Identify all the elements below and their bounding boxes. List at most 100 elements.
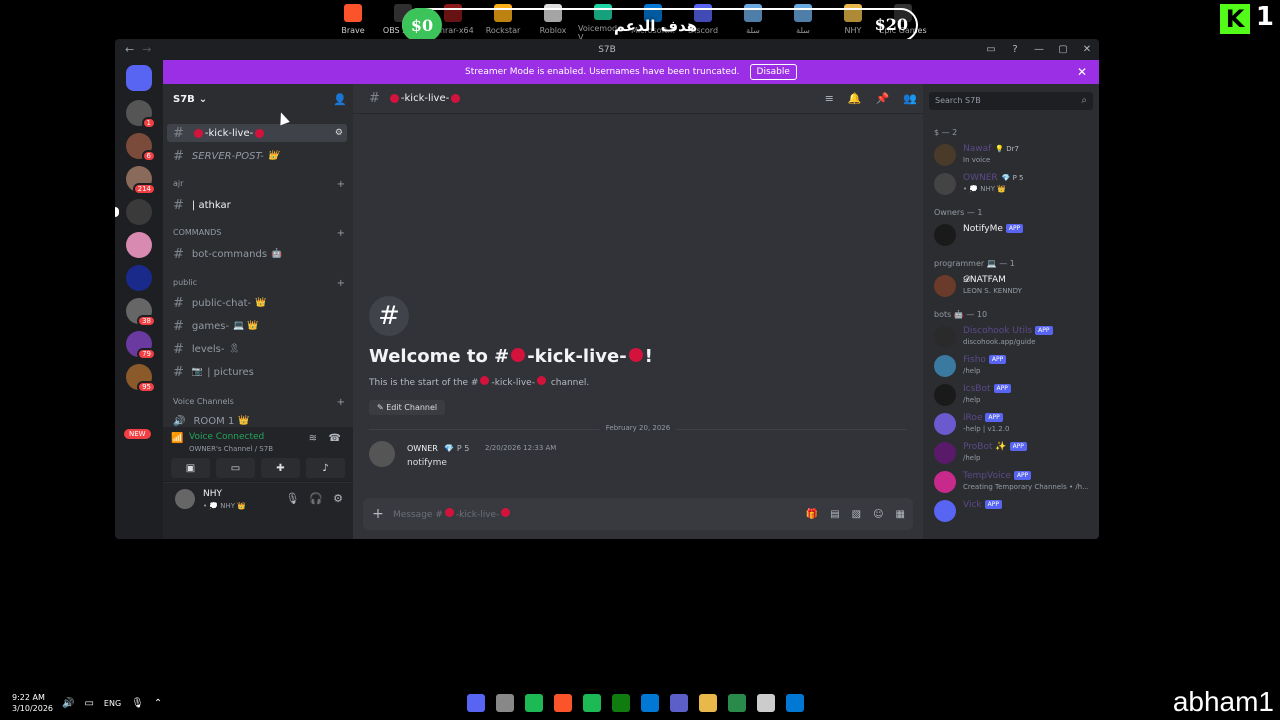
gift-icon[interactable]: 🎁: [806, 509, 818, 520]
volume-icon[interactable]: 🔊: [62, 698, 74, 709]
member-row[interactable]: NotifyMe APP: [934, 222, 1093, 250]
server-icon[interactable]: 1: [126, 100, 156, 129]
taskbar-app-icon[interactable]: [728, 694, 746, 712]
members-icon[interactable]: 👥: [903, 92, 917, 105]
kick-logo-icon: K: [1220, 4, 1250, 34]
add-channel-icon[interactable]: +: [337, 228, 345, 239]
taskbar-app-icon[interactable]: [699, 694, 717, 712]
voice-status-title[interactable]: Voice Connected: [189, 432, 264, 442]
channel-games[interactable]: # games- 💻 👑: [167, 317, 347, 335]
add-channel-icon[interactable]: +: [337, 179, 345, 190]
apps-icon[interactable]: ▦: [896, 509, 905, 520]
gear-icon[interactable]: ⚙: [333, 492, 343, 505]
bell-icon[interactable]: 🔔: [848, 92, 862, 105]
edit-channel-button[interactable]: ✎ Edit Channel: [369, 400, 446, 415]
taskbar-app-icon[interactable]: [583, 694, 601, 712]
taskbar-app-icon[interactable]: [757, 694, 775, 712]
pin-icon[interactable]: 📌: [876, 92, 890, 105]
taskbar-app-icon[interactable]: [786, 694, 804, 712]
message-avatar[interactable]: [369, 441, 395, 467]
camera-icon: 📷: [191, 367, 204, 377]
server-icon[interactable]: 95: [126, 364, 156, 393]
category-commands[interactable]: COMMANDS +: [173, 228, 345, 239]
server-icon[interactable]: [115, 199, 152, 225]
channel-public-chat[interactable]: # public-chat- 👑: [167, 294, 347, 312]
sticker-icon[interactable]: ▧: [852, 509, 861, 520]
channel-levels[interactable]: # levels- 🎗: [167, 340, 347, 358]
taskbar-app-icon[interactable]: [496, 694, 514, 712]
channel-bot-commands[interactable]: # bot-commands 🤖: [167, 245, 347, 263]
taskbar-app-icon[interactable]: [641, 694, 659, 712]
channel-pictures[interactable]: # 📷 | pictures: [167, 363, 347, 381]
help-icon[interactable]: ?: [1003, 39, 1027, 60]
server-icon[interactable]: 38: [126, 298, 156, 327]
camera-off-button[interactable]: ▣: [171, 458, 210, 478]
add-channel-icon[interactable]: +: [337, 397, 345, 408]
member-row[interactable]: TempVoice APP Creating Temporary Channels …: [934, 469, 1093, 497]
add-channel-icon[interactable]: +: [337, 278, 345, 289]
desktop-icon[interactable]: Brave: [328, 4, 378, 42]
server-icon[interactable]: 79: [126, 331, 156, 360]
author-name[interactable]: OWNER: [407, 444, 438, 453]
member-row[interactable]: OWNER 💎 P 5 • 💭 NHY 👑: [934, 171, 1093, 199]
category-voice[interactable]: Voice Channels +: [173, 397, 345, 408]
channel-label: public-chat-: [191, 297, 252, 309]
disconnect-icon[interactable]: ☎: [329, 433, 341, 444]
clock[interactable]: 9:22 AM 3/10/2026: [12, 692, 53, 714]
maximize-button[interactable]: ▢: [1051, 39, 1075, 60]
server-icon[interactable]: 214: [126, 166, 156, 195]
microphone-icon[interactable]: 🎙: [131, 698, 144, 709]
server-icon[interactable]: [126, 232, 152, 258]
headphones-icon[interactable]: 🎧: [309, 492, 323, 505]
emoji-icon[interactable]: ☺: [873, 509, 883, 520]
soundboard-button[interactable]: ♪: [306, 458, 345, 478]
taskbar-app-icon[interactable]: [467, 694, 485, 712]
discord-home-icon[interactable]: [126, 65, 152, 91]
voice-status-sub[interactable]: OWNER's Channel / S7B: [189, 445, 273, 453]
taskbar-app-icon[interactable]: [554, 694, 572, 712]
avatar[interactable]: [175, 489, 195, 509]
server-header[interactable]: S7B ⌄ 👤: [163, 84, 353, 114]
disable-button[interactable]: Disable: [749, 64, 797, 80]
attach-plus-icon[interactable]: +: [363, 506, 393, 522]
category-ajr[interactable]: ajr +: [173, 179, 345, 190]
gif-icon[interactable]: ▤: [830, 509, 839, 520]
member-row[interactable]: Fisho APP/help: [934, 353, 1093, 381]
server-icon[interactable]: [126, 265, 152, 291]
minimize-button[interactable]: —: [1027, 39, 1051, 60]
category-public[interactable]: public +: [173, 278, 345, 289]
member-row[interactable]: iRoe APP -help | v1.2.0: [934, 411, 1093, 439]
taskbar-app-icon[interactable]: [612, 694, 630, 712]
channel-athkar[interactable]: # | athkar: [167, 196, 347, 214]
message-author[interactable]: OWNER 💎 P 5: [407, 444, 469, 453]
invite-icon[interactable]: 👤: [333, 93, 347, 106]
taskbar-app-icon[interactable]: [670, 694, 688, 712]
message-composer[interactable]: + Message # -kick-live- 🎁 ▤ ▧ ☺ ▦: [363, 498, 913, 530]
member-row[interactable]: 𝓓NATFAM LEON S. KENNDY: [934, 273, 1093, 301]
settings-gear-icon[interactable]: ⚙: [335, 128, 343, 138]
member-row[interactable]: IcsBot APP/help: [934, 382, 1093, 410]
network-icon[interactable]: ▭: [84, 698, 93, 709]
activities-button[interactable]: ✚: [261, 458, 300, 478]
server-icon[interactable]: 6: [126, 133, 156, 162]
member-row[interactable]: Discohook Utils APP discohook.app/guide: [934, 324, 1093, 352]
hash-icon: #: [173, 148, 184, 164]
close-banner-icon[interactable]: ✕: [1077, 65, 1087, 79]
channel-server-post[interactable]: # SERVER-POST- 👑: [167, 147, 347, 165]
inbox-icon[interactable]: ▭: [979, 39, 1003, 60]
chevron-up-icon[interactable]: ⌃: [154, 698, 162, 709]
channel-kick-live[interactable]: # -kick-live- ⚙: [167, 124, 347, 142]
search-input[interactable]: Search S7B ⌕: [929, 92, 1093, 110]
member-name-line: 𝓓NATFAM: [963, 275, 1006, 285]
noise-suppression-icon[interactable]: ≋: [309, 433, 317, 444]
threads-icon[interactable]: ≡: [825, 92, 834, 105]
screen-share-button[interactable]: ▭: [216, 458, 255, 478]
member-row[interactable]: Vick APP: [934, 498, 1093, 526]
taskbar-app-icon[interactable]: [525, 694, 543, 712]
user-name[interactable]: NHY: [203, 489, 222, 499]
language-indicator[interactable]: ENG: [104, 699, 121, 709]
microphone-icon[interactable]: 🎙: [285, 492, 299, 505]
member-row[interactable]: ProBot ✨ APP/help: [934, 440, 1093, 468]
close-button[interactable]: ✕: [1075, 39, 1099, 60]
member-row[interactable]: Nawaf 💡 Dr7 In voice: [934, 142, 1093, 170]
